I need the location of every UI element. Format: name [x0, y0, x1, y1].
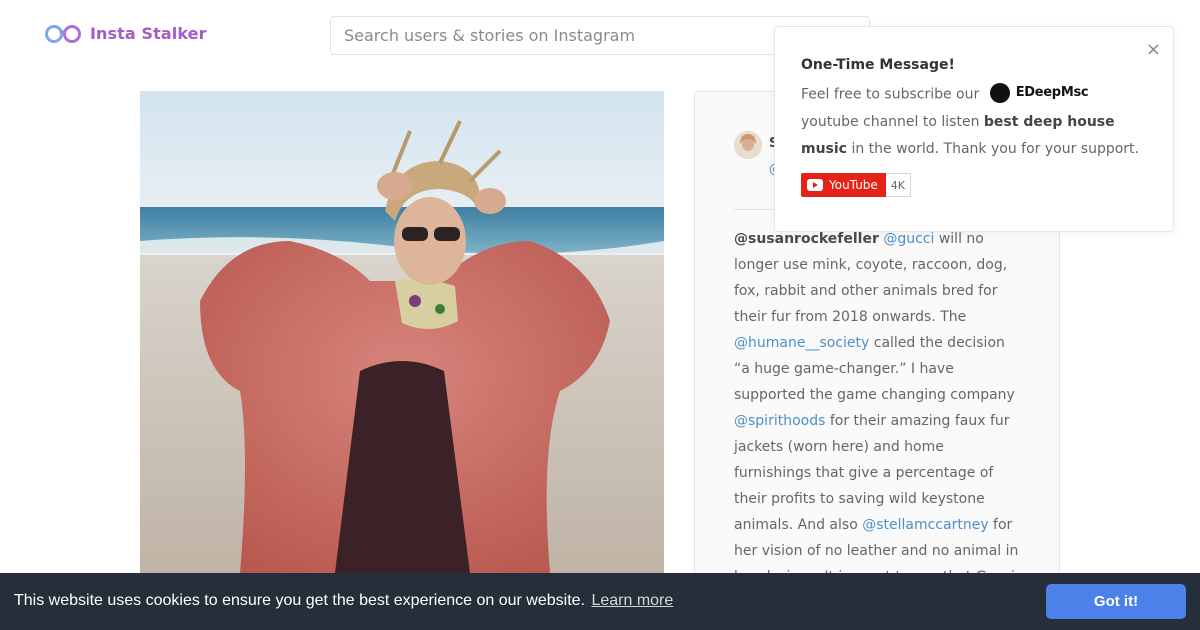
- site-logo[interactable]: Insta Stalker: [44, 22, 207, 44]
- popup-text-1: Feel free to subscribe our: [801, 86, 980, 103]
- caption-username[interactable]: @susanrockefeller: [734, 231, 879, 247]
- subscriber-count: 4K: [885, 173, 912, 197]
- popup-text-2: youtube channel to listen: [801, 113, 980, 130]
- user-avatar-image: [734, 131, 762, 159]
- youtube-label: YouTube: [829, 178, 878, 192]
- cookie-text: This website uses cookies to ensure you …: [14, 592, 585, 609]
- caption-mention-link[interactable]: @stellamccartney: [862, 517, 988, 533]
- popup-text-3: in the world. Thank you for your support…: [851, 140, 1139, 157]
- channel-brand[interactable]: EDeepMsc: [989, 79, 1089, 106]
- learn-more-link[interactable]: Learn more: [591, 592, 673, 609]
- caption-text: for their amazing faux fur jackets (worn…: [734, 413, 1010, 533]
- youtube-subscribe-widget[interactable]: YouTube 4K: [801, 173, 912, 197]
- youtube-subscribe-button[interactable]: YouTube: [801, 173, 886, 197]
- popup-title: One-Time Message!: [801, 57, 955, 73]
- close-icon[interactable]: ×: [1146, 41, 1161, 59]
- popup-body: Feel free to subscribe our EDeepMsc yout…: [801, 81, 1151, 163]
- cookie-accept-button[interactable]: Got it!: [1046, 584, 1186, 619]
- logo-text: Insta Stalker: [90, 23, 207, 43]
- cookie-banner: This website uses cookies to ensure you …: [0, 573, 1200, 630]
- caption-mention-link[interactable]: @humane__society: [734, 335, 869, 351]
- avatar[interactable]: [734, 131, 762, 159]
- post-photo[interactable]: [140, 91, 664, 573]
- channel-name: EDeepMsc: [1015, 85, 1089, 100]
- youtube-play-icon: [807, 179, 823, 191]
- cookie-message: This website uses cookies to ensure you …: [14, 592, 673, 610]
- caption-mention-link[interactable]: @spirithoods: [734, 413, 825, 429]
- one-time-message-popup: × One-Time Message! Feel free to subscri…: [774, 26, 1174, 232]
- glasses-logo-icon: [45, 25, 81, 43]
- channel-logo-icon: [989, 82, 1010, 103]
- post-image: [140, 91, 664, 573]
- post-caption: @susanrockefeller @gucci will no longer …: [734, 226, 1024, 590]
- caption-mention-link[interactable]: @gucci: [883, 231, 934, 247]
